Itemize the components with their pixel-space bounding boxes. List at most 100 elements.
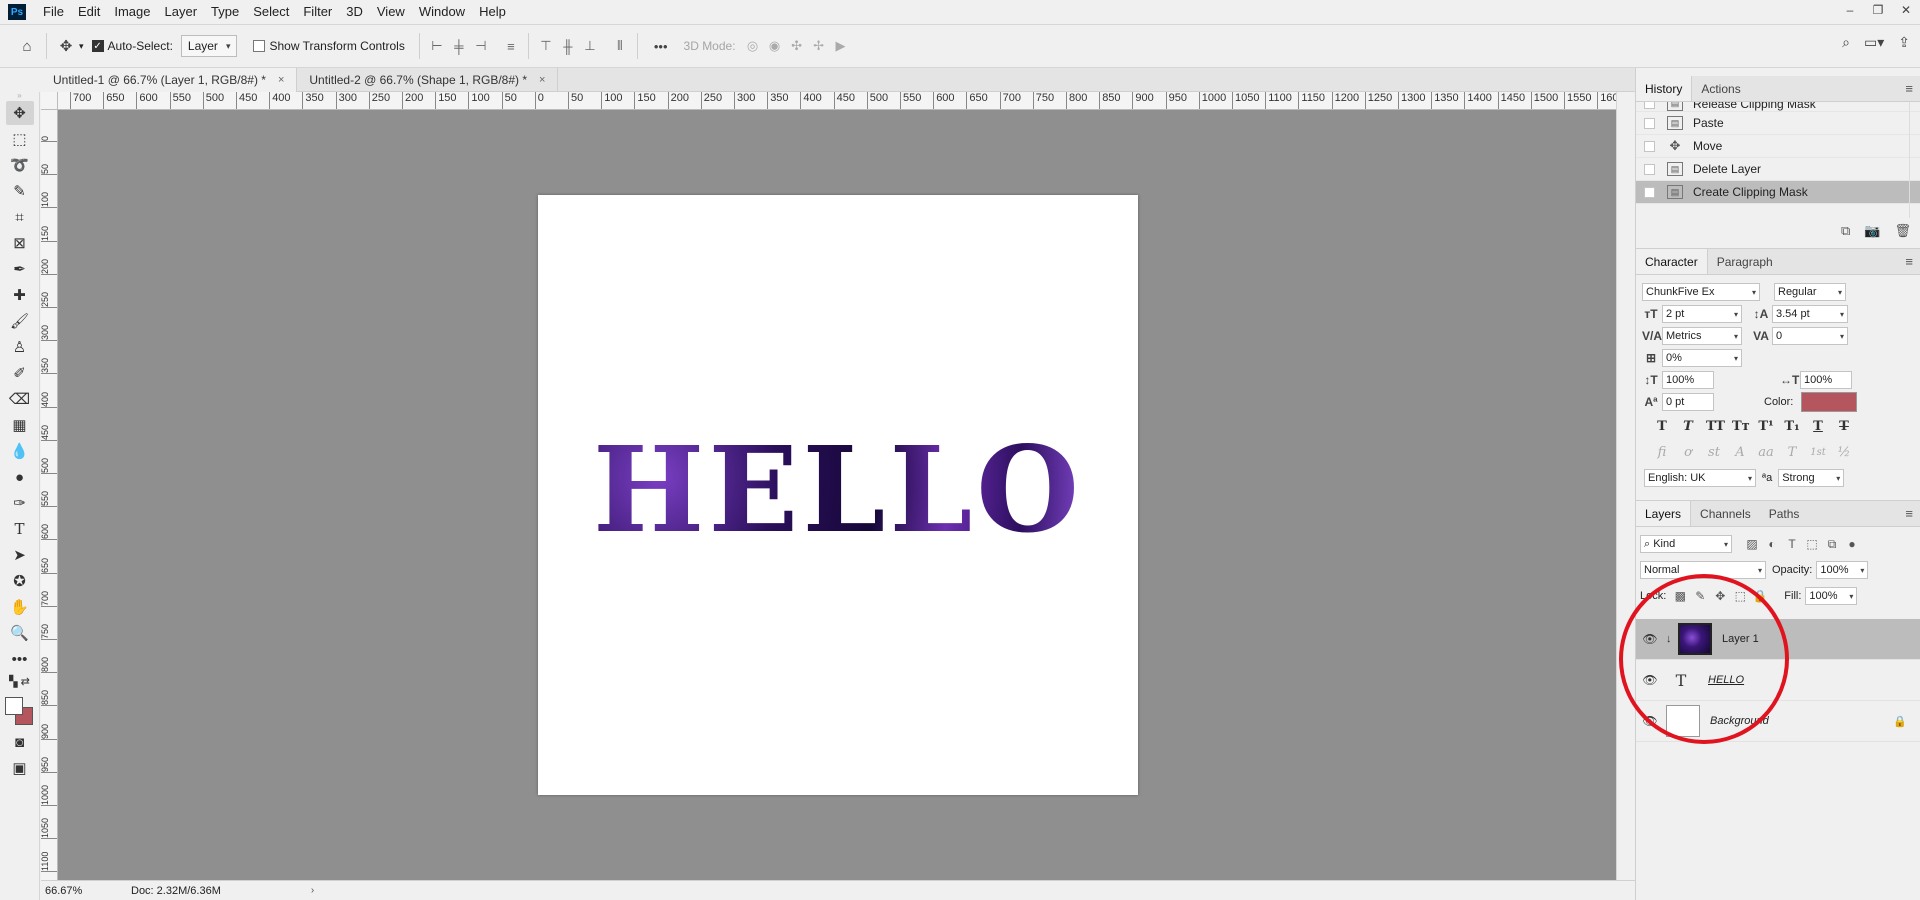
tab-layers[interactable]: Layers [1636, 501, 1692, 526]
eye-icon[interactable]: 👁 [1636, 714, 1664, 728]
lock-transparent-icon[interactable]: ▩ [1670, 586, 1690, 606]
tab-channels[interactable]: Channels [1691, 501, 1760, 526]
document-canvas[interactable]: HELLO [538, 195, 1138, 795]
panel-menu-icon[interactable]: ≡ [1905, 254, 1913, 269]
tab-character[interactable]: Character [1636, 249, 1708, 274]
healing-brush-tool-icon[interactable]: ✚ [6, 283, 34, 307]
crop-tool-icon[interactable]: ⌗ [6, 205, 34, 229]
text-color-swatch[interactable] [1801, 392, 1858, 412]
anti-alias-select[interactable]: Strong ▾ [1778, 469, 1845, 487]
marquee-tool-icon[interactable]: ⬚ [6, 127, 34, 151]
menu-layer[interactable]: Layer [158, 0, 205, 24]
vertical-scale-field[interactable]: 100% [1662, 371, 1714, 389]
ordinals-button[interactable]: 1st [1810, 447, 1826, 458]
layer-name[interactable]: Layer 1 [1722, 633, 1759, 645]
share-icon[interactable]: ⇪ [1898, 34, 1910, 51]
align-middle-icon[interactable]: ╫ [557, 35, 579, 57]
all-caps-button[interactable]: TT [1706, 419, 1725, 434]
lock-artboard-icon[interactable]: ⬚ [1730, 586, 1750, 606]
status-menu-arrow[interactable]: › [311, 885, 314, 896]
align-center-icon[interactable]: ╪ [448, 35, 470, 57]
horizontal-ruler[interactable]: 700 650 600 550 500 450 400 350 300 250 200 150 100 5… [58, 92, 1618, 110]
pen-tool-icon[interactable]: ✑ [6, 491, 34, 515]
menu-file[interactable]: File [36, 0, 71, 24]
layer-row-layer-1[interactable]: 👁 ↓ Layer 1 [1636, 619, 1920, 660]
history-snapshot-checkbox[interactable] [1644, 186, 1655, 198]
adjustment-filter-icon[interactable]: ◐ [1762, 534, 1782, 554]
move-tool-icon[interactable]: ✥ [5, 101, 34, 125]
font-size-field[interactable]: 2 pt ▾ [1662, 305, 1742, 323]
blur-tool-icon[interactable]: 💧 [6, 439, 34, 463]
type-tool-icon[interactable]: T [6, 517, 34, 541]
toolbar-grip[interactable]: » [0, 92, 39, 100]
distribute-icon[interactable]: ≡ [500, 35, 522, 57]
close-icon[interactable]: × [539, 74, 545, 86]
zoom-tool-icon[interactable]: 🔍 [6, 621, 34, 645]
faux-bold-button[interactable]: T [1654, 419, 1670, 434]
zoom-level-field[interactable]: 66.67% [41, 885, 91, 897]
hand-tool-icon[interactable]: ✋ [6, 595, 34, 619]
history-brush-tool-icon[interactable]: ✐ [6, 361, 34, 385]
strikethrough-button[interactable]: T [1836, 419, 1852, 434]
history-item[interactable]: ▤ Release Clipping Mask [1636, 102, 1920, 112]
pixel-filter-icon[interactable]: ▨ [1742, 534, 1762, 554]
auto-select-checkbox[interactable]: ✓ [91, 40, 104, 52]
vertical-ruler[interactable]: 0 50 100 150 200 250 300 350 400 450 500 550 600 650 7… [41, 110, 58, 880]
eye-icon[interactable]: 👁 [1636, 632, 1664, 646]
tsume-field[interactable]: 0% ▾ [1662, 349, 1742, 367]
fractions-button[interactable]: ½ [1836, 445, 1852, 460]
menu-3d[interactable]: 3D [339, 0, 370, 24]
minimize-button[interactable]: – [1836, 0, 1864, 20]
3d-roll-icon[interactable]: ◉ [764, 35, 786, 57]
3d-orbit-icon[interactable]: ◎ [742, 35, 764, 57]
layer-row-hello[interactable]: 👁 T HELLO [1636, 660, 1920, 701]
tracking-field[interactable]: 0 ▾ [1772, 327, 1848, 345]
menu-image[interactable]: Image [107, 0, 157, 24]
layer-name[interactable]: HELLO [1708, 674, 1744, 686]
swash-button[interactable]: A [1732, 445, 1748, 460]
baseline-shift-field[interactable]: 0 pt [1662, 393, 1714, 411]
show-transform-checkbox[interactable] [253, 40, 266, 52]
panel-menu-icon[interactable]: ≡ [1905, 506, 1913, 521]
shape-filter-icon[interactable]: ⬚ [1802, 534, 1822, 554]
subscript-button[interactable]: T₁ [1784, 419, 1800, 434]
ruler-origin[interactable] [41, 92, 58, 110]
history-snapshot-checkbox[interactable] [1644, 140, 1655, 152]
history-item[interactable]: ▤ Paste [1636, 112, 1920, 135]
frame-tool-icon[interactable]: ⊠ [6, 231, 34, 255]
trash-icon[interactable]: 🗑 [1894, 223, 1911, 239]
3d-scale-icon[interactable]: ▶ [830, 35, 852, 57]
blend-mode-select[interactable]: Normal ▾ [1640, 561, 1766, 579]
close-icon[interactable]: × [278, 74, 284, 86]
history-item[interactable]: ✥ Move [1636, 135, 1920, 158]
align-right-icon[interactable]: ⊣ [470, 35, 492, 57]
3d-pan-icon[interactable]: ✣ [786, 35, 808, 57]
quick-mask-icon[interactable]: ◙ [6, 730, 34, 754]
tab-history[interactable]: History [1636, 76, 1693, 101]
new-document-from-state-icon[interactable]: ⧉ [1841, 223, 1850, 239]
stylistic-alternates-button[interactable]: aa [1758, 445, 1774, 460]
faux-italic-button[interactable]: T [1680, 419, 1696, 434]
layer-filter-kind-select[interactable]: ⌕ Kind ▾ [1640, 535, 1732, 553]
auto-select-dropdown[interactable]: Layer ▾ [180, 35, 238, 57]
move-tool-preset-icon[interactable]: ✥ [53, 33, 79, 59]
clone-stamp-tool-icon[interactable]: ♙ [6, 335, 34, 359]
dodge-tool-icon[interactable]: ● [6, 465, 34, 489]
screen-mode-icon[interactable]: ▣ [6, 756, 34, 780]
discretionary-ligatures-button[interactable]: ơ [1680, 445, 1696, 460]
history-snapshot-checkbox[interactable] [1644, 117, 1655, 129]
search-icon[interactable]: ⌕ [1842, 34, 1850, 51]
menu-select[interactable]: Select [246, 0, 296, 24]
language-select[interactable]: English: UK ▾ [1644, 469, 1756, 487]
font-family-select[interactable]: ChunkFive Ex ▾ [1642, 283, 1760, 301]
gradient-tool-icon[interactable]: ▦ [6, 413, 34, 437]
small-caps-button[interactable]: Tт [1732, 419, 1750, 434]
history-item-selected[interactable]: ▤ Create Clipping Mask [1636, 181, 1920, 204]
path-select-tool-icon[interactable]: ➤ [6, 543, 34, 567]
superscript-button[interactable]: T¹ [1758, 419, 1774, 434]
shape-tool-icon[interactable]: ✪ [6, 569, 34, 593]
tab-untitled-1[interactable]: Untitled-1 @ 66.7% (Layer 1, RGB/8#) * × [41, 68, 298, 92]
align-bottom-icon[interactable]: ⊥ [579, 35, 601, 57]
underline-button[interactable]: T [1810, 419, 1826, 434]
align-top-icon[interactable]: ⊤ [535, 35, 557, 57]
